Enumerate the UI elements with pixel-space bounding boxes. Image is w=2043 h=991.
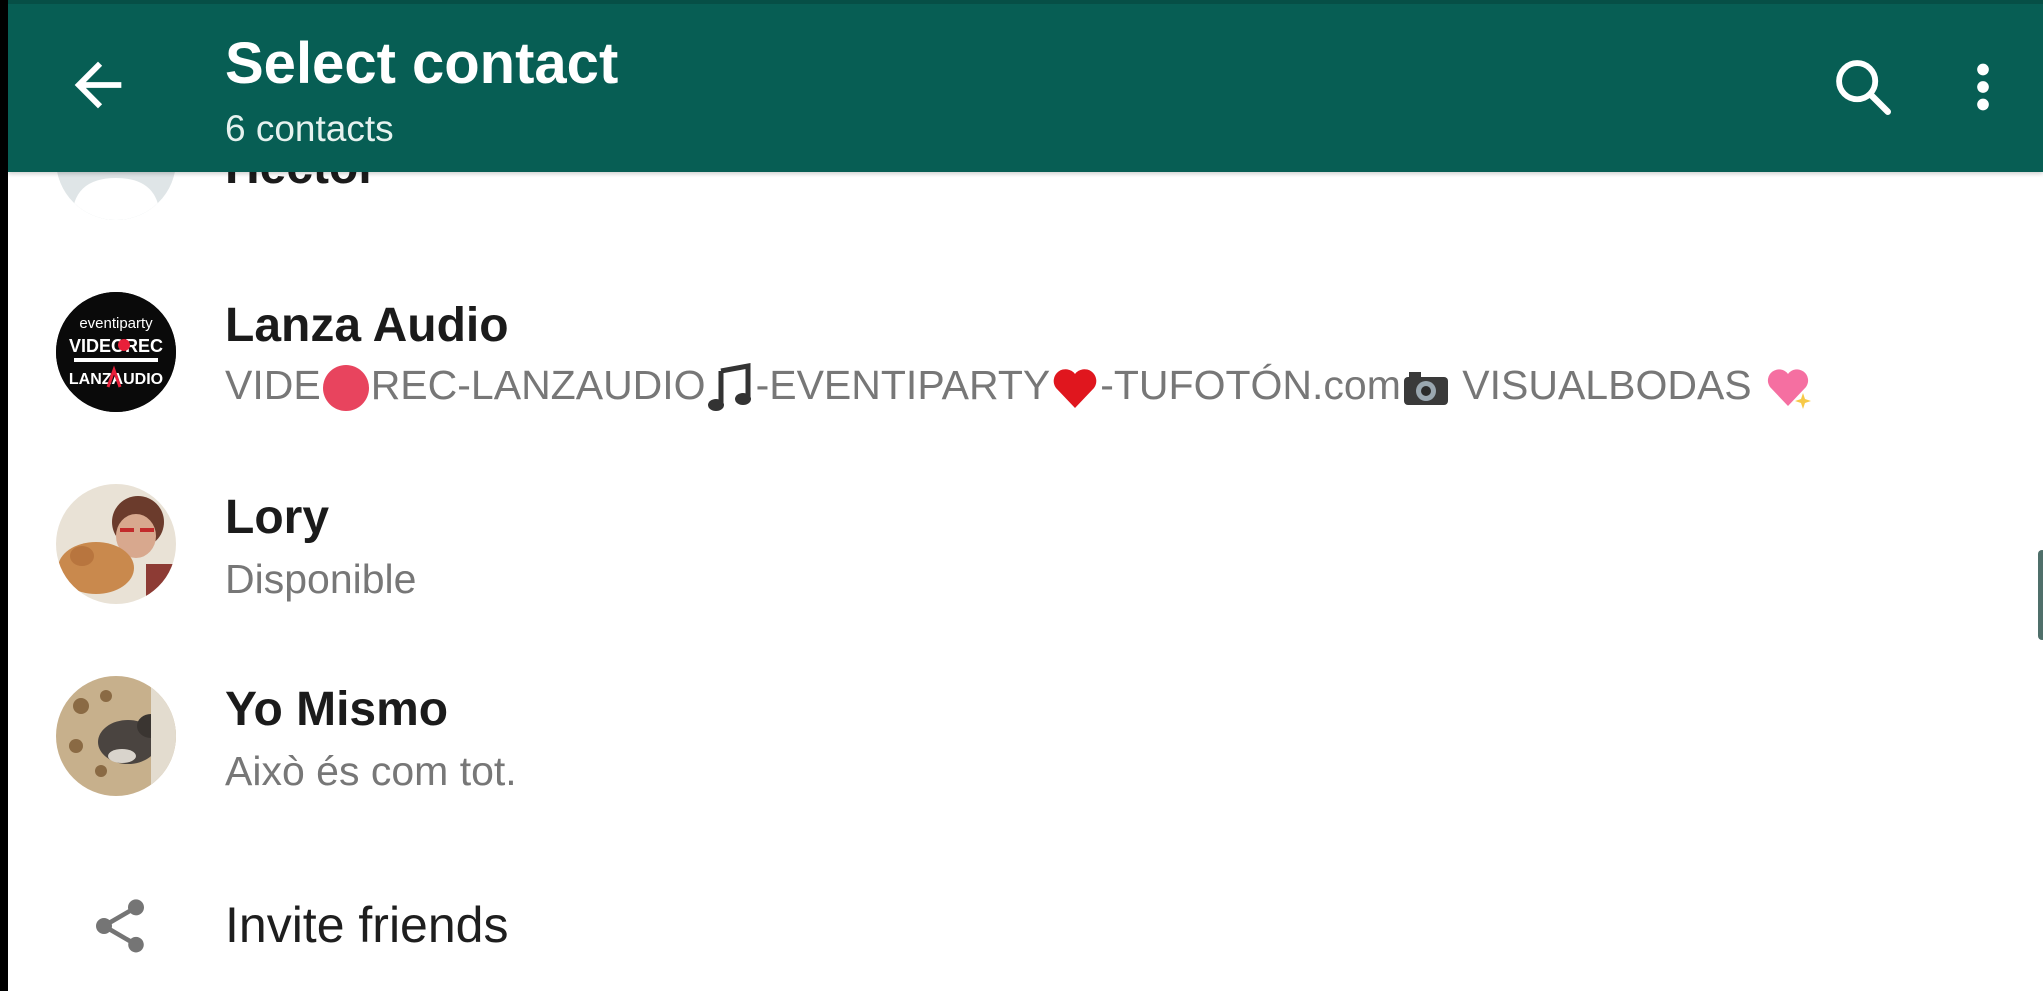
- heart-icon: [1053, 369, 1097, 409]
- contact-name: Lanza Audio: [225, 299, 509, 352]
- invite-friends-label: Invite friends: [225, 897, 509, 953]
- contact-photo: [56, 484, 176, 604]
- avatar: eventiparty VIDEOREC LANZAUDIO: [56, 292, 176, 412]
- scrollbar-thumb[interactable]: [2038, 550, 2043, 640]
- search-icon: [1836, 60, 1891, 115]
- share-icon: [96, 899, 144, 953]
- app-bar: Select contact 6 contacts: [8, 0, 2043, 172]
- avatar: [56, 676, 176, 796]
- sparkling-heart-icon: [1767, 369, 1812, 410]
- invite-friends-row[interactable]: Invite friends: [8, 860, 2043, 991]
- status-text: REC-LANZAUDIO: [370, 362, 706, 408]
- status-text: VIDE: [225, 362, 321, 408]
- contact-status: VIDE REC-LANZAUDIO -EVENTIPARTY -TUFOTÓN.co…: [225, 362, 1813, 413]
- contact-name: Lory: [225, 491, 330, 544]
- status-text: -EVENTIPARTY: [755, 362, 1051, 408]
- camera-icon: [1403, 372, 1448, 406]
- music-note-icon: [707, 363, 751, 412]
- contact-row-yo-mismo[interactable]: Yo Mismo Això és com tot.: [8, 642, 2043, 832]
- more-vert-icon: [1977, 63, 1989, 111]
- more-options-button[interactable]: [1958, 52, 2008, 122]
- lanza-audio-logo: eventiparty VIDEOREC LANZAUDIO: [56, 292, 176, 412]
- status-strip: [8, 0, 2043, 4]
- status-text: VISUALBODAS: [1450, 362, 1764, 408]
- page-title: Select contact: [225, 31, 619, 96]
- svg-text:eventiparty: eventiparty: [79, 315, 153, 332]
- contact-photo: [56, 676, 176, 796]
- contact-count: 6 contacts: [225, 108, 394, 149]
- contact-row-lanza-audio[interactable]: eventiparty VIDEOREC LANZAUDIO Lanza Aud…: [8, 258, 2043, 448]
- search-button[interactable]: [1828, 52, 1898, 122]
- arrow-left-icon: [74, 61, 122, 109]
- contact-name: Yo Mismo: [225, 683, 449, 736]
- screen: Select contact 6 contacts eventiparty VI…: [8, 0, 2043, 991]
- back-button[interactable]: [63, 50, 133, 120]
- avatar: [56, 484, 176, 604]
- svg-text:VIDEOREC: VIDEOREC: [69, 336, 163, 356]
- contact-status: Disponible: [225, 556, 417, 602]
- contact-status: Això és com tot.: [225, 748, 517, 794]
- status-text: -TUFOTÓN.com: [1100, 362, 1401, 408]
- contact-row-lory[interactable]: Lory Disponible: [8, 450, 2043, 640]
- red-circle-icon: [322, 365, 369, 412]
